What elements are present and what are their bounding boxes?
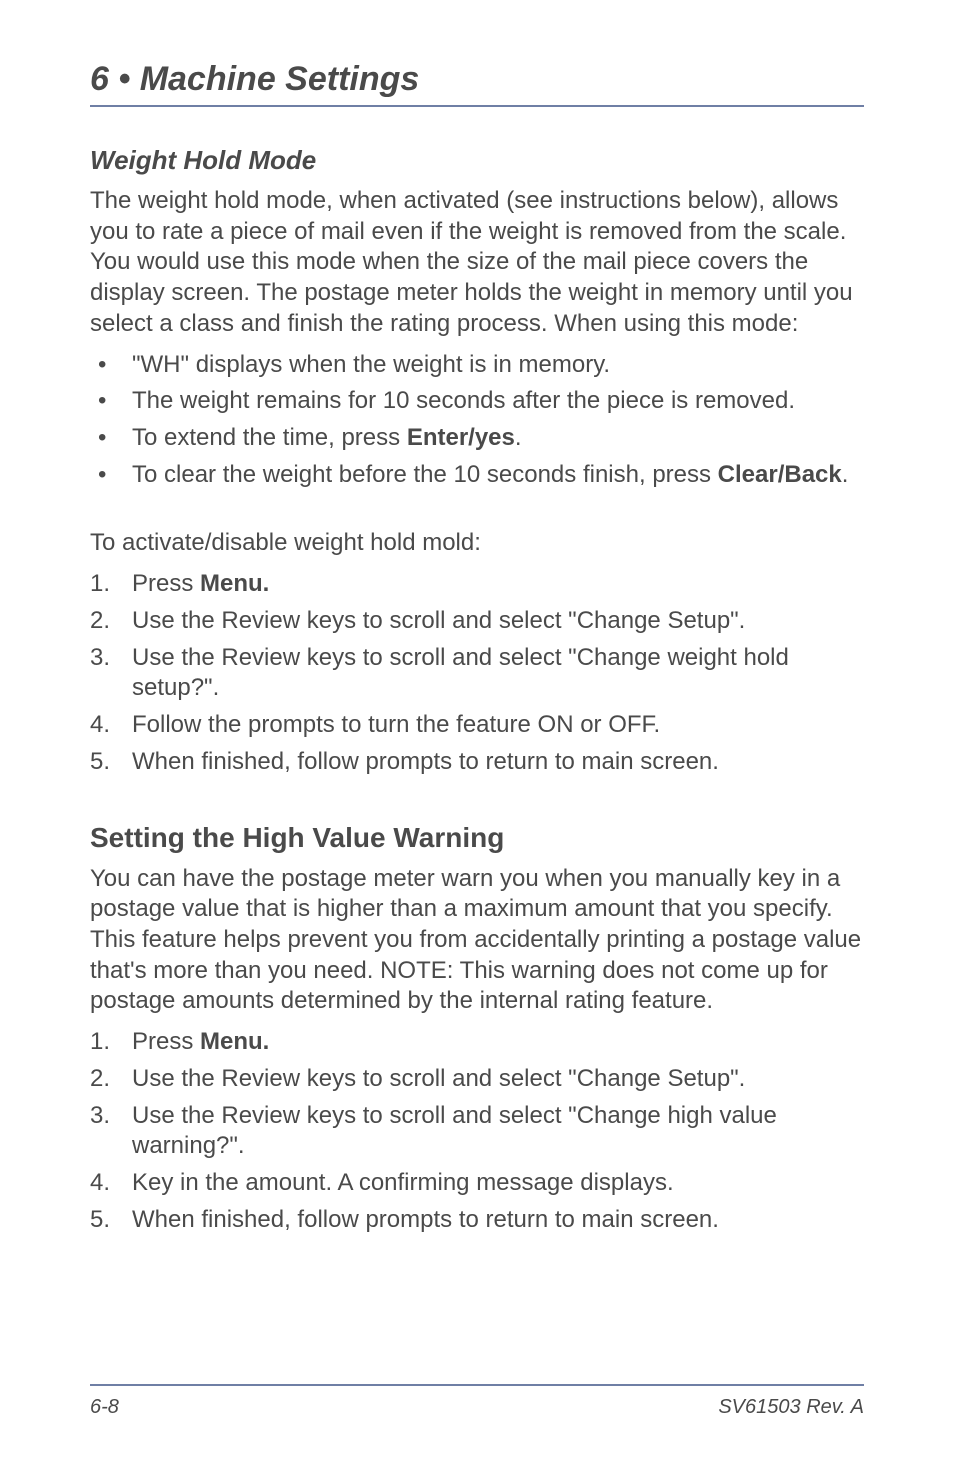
section1-activate-intro: To activate/disable weight hold mold: <box>90 528 864 559</box>
step-text-pre: Press <box>132 1028 200 1055</box>
chapter-title: 6 • Machine Settings <box>90 60 864 99</box>
step-text: Key in the amount. A confirming message … <box>132 1169 674 1196</box>
bullet-item: To clear the weight before the 10 second… <box>90 460 864 491</box>
bullet-text-pre: To clear the weight before the 10 second… <box>132 461 718 488</box>
list-item: Press Menu. <box>90 569 864 600</box>
bullet-text: "WH" displays when the weight is in memo… <box>132 351 610 378</box>
step-text: Use the Review keys to scroll and select… <box>132 1065 745 1092</box>
footer-rule <box>90 1384 864 1386</box>
list-item: Use the Review keys to scroll and select… <box>90 606 864 637</box>
page-number: 6-8 <box>90 1396 119 1419</box>
section2-steps: Press Menu. Use the Review keys to scrol… <box>90 1027 864 1235</box>
list-item: When finished, follow prompts to return … <box>90 1205 864 1236</box>
step-text: Use the Review keys to scroll and select… <box>132 607 745 634</box>
step-text: When finished, follow prompts to return … <box>132 748 719 775</box>
list-item: Press Menu. <box>90 1027 864 1058</box>
list-item: Key in the amount. A confirming message … <box>90 1168 864 1199</box>
bullet-item: "WH" displays when the weight is in memo… <box>90 350 864 381</box>
bullet-text-pre: To extend the time, press <box>132 424 407 451</box>
section1-heading: Weight Hold Mode <box>90 145 864 176</box>
section1-intro: The weight hold mode, when activated (se… <box>90 186 864 340</box>
section2-heading: Setting the High Value Warning <box>90 822 864 854</box>
list-item: Use the Review keys to scroll and select… <box>90 643 864 704</box>
bullet-text-bold: Enter/yes <box>407 424 515 451</box>
section1-bullets: "WH" displays when the weight is in memo… <box>90 350 864 491</box>
bullet-text-post: . <box>515 424 522 451</box>
section1-steps: Press Menu. Use the Review keys to scrol… <box>90 569 864 777</box>
bullet-text-post: . <box>842 461 849 488</box>
bullet-item: The weight remains for 10 seconds after … <box>90 386 864 417</box>
step-text-pre: Press <box>132 570 200 597</box>
bullet-text-bold: Clear/Back <box>718 461 842 488</box>
step-text: Follow the prompts to turn the feature O… <box>132 711 660 738</box>
page-footer: 6-8 SV61503 Rev. A <box>90 1384 864 1419</box>
step-text-bold: Menu. <box>200 570 269 597</box>
bullet-item: To extend the time, press Enter/yes. <box>90 423 864 454</box>
list-item: Follow the prompts to turn the feature O… <box>90 710 864 741</box>
doc-id: SV61503 Rev. A <box>718 1396 864 1419</box>
step-text: Use the Review keys to scroll and select… <box>132 644 789 702</box>
title-rule <box>90 105 864 107</box>
step-text: Use the Review keys to scroll and select… <box>132 1102 777 1160</box>
list-item: When finished, follow prompts to return … <box>90 747 864 778</box>
section2-intro: You can have the postage meter warn you … <box>90 864 864 1018</box>
list-item: Use the Review keys to scroll and select… <box>90 1064 864 1095</box>
step-text-bold: Menu. <box>200 1028 269 1055</box>
step-text: When finished, follow prompts to return … <box>132 1206 719 1233</box>
list-item: Use the Review keys to scroll and select… <box>90 1101 864 1162</box>
bullet-text: The weight remains for 10 seconds after … <box>132 387 795 414</box>
